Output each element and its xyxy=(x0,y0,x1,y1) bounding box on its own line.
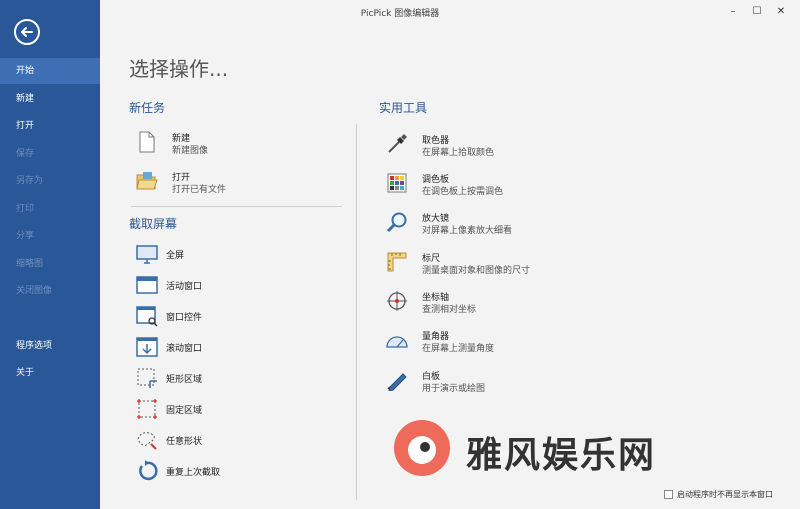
tool-protractor-desc: 在屏幕上测量角度 xyxy=(422,344,495,354)
back-arrow-icon xyxy=(21,27,33,37)
sidebar-item-new[interactable]: 新建 xyxy=(0,86,100,112)
dont-show-checkbox[interactable] xyxy=(664,490,673,499)
protractor-icon xyxy=(386,336,408,348)
minimize-button[interactable]: – xyxy=(722,3,744,21)
dont-show-label: 启动程序时不再显示本窗口 xyxy=(677,490,773,499)
section-tools-title: 实用工具 xyxy=(379,101,428,115)
title-bar: PicPick 图像编辑器 – ☐ ✕ xyxy=(100,0,800,24)
tool-palette-desc: 在调色板上按需调色 xyxy=(422,187,504,197)
repeat-icon xyxy=(139,460,158,481)
watermark-logo-icon xyxy=(394,420,450,476)
new-file-icon xyxy=(139,131,155,153)
capture-window-control-label: 窗口控件 xyxy=(166,313,203,323)
sidebar-item-save: 保存 xyxy=(16,149,35,159)
monitor-icon xyxy=(136,245,158,264)
capture-rectangle-region-label: 矩形区域 xyxy=(166,375,203,385)
sidebar-item-open[interactable]: 打开 xyxy=(0,113,100,139)
section-divider xyxy=(131,206,342,207)
magnifier-icon xyxy=(386,212,407,233)
window-control-icon xyxy=(136,306,158,327)
ruler-icon xyxy=(387,252,407,272)
column-divider xyxy=(356,124,357,500)
capture-fullscreen-label: 全屏 xyxy=(166,251,185,261)
maximize-button[interactable]: ☐ xyxy=(746,3,768,21)
open-file-desc: 打开已有文件 xyxy=(172,185,227,195)
page-title: 选择操作... xyxy=(129,57,229,81)
crosshair-icon xyxy=(387,291,407,311)
close-button[interactable]: ✕ xyxy=(770,3,792,21)
sidebar: 开始 新建 打开 保存 另存为 打印 分享 缩略图 关闭图像 程序选项 关于 xyxy=(0,0,100,509)
eyedropper-icon xyxy=(388,134,407,153)
palette-icon xyxy=(387,173,407,193)
tool-crosshair-desc: 查测相对坐标 xyxy=(422,305,477,315)
sidebar-item-print: 打印 xyxy=(16,204,35,214)
tool-color-picker-desc: 在屏幕上拾取颜色 xyxy=(422,148,495,158)
tool-whiteboard-desc: 用于演示或绘图 xyxy=(422,384,486,394)
tool-ruler-desc: 测量桌面对象和图像的尺寸 xyxy=(422,266,531,276)
watermark-text: 雅风娱乐网 xyxy=(466,435,657,476)
section-capture-title: 截取屏幕 xyxy=(129,217,178,231)
window-title: PicPick 图像编辑器 xyxy=(360,9,440,19)
freehand-icon xyxy=(137,432,157,450)
scroll-window-icon xyxy=(136,337,158,357)
sidebar-item-thumbnail: 缩略图 xyxy=(16,259,44,269)
sidebar-item-options[interactable]: 程序选项 xyxy=(0,333,100,359)
sidebar-item-about[interactable]: 关于 xyxy=(0,360,100,386)
tool-magnifier-desc: 对屏幕上像素放大细看 xyxy=(422,226,513,236)
capture-active-window-label: 活动窗口 xyxy=(166,282,203,292)
open-folder-icon xyxy=(136,172,158,190)
capture-fixed-region-label: 固定区域 xyxy=(166,406,203,416)
sidebar-item-share: 分享 xyxy=(16,231,35,241)
new-image-desc: 新建图像 xyxy=(172,146,209,156)
sidebar-item-save-as: 另存为 xyxy=(16,176,44,186)
sidebar-item-start[interactable]: 开始 xyxy=(0,58,100,84)
sidebar-item-close-image: 关闭图像 xyxy=(16,286,53,296)
capture-freehand-label: 任意形状 xyxy=(166,437,203,447)
capture-scroll-window-label: 滚动窗口 xyxy=(166,344,203,354)
rectangle-region-icon xyxy=(137,368,157,388)
whiteboard-pen-icon xyxy=(387,373,407,391)
section-new-task-title: 新任务 xyxy=(129,101,166,115)
window-icon xyxy=(136,276,158,294)
back-button[interactable] xyxy=(14,19,40,45)
capture-repeat-last-label: 重复上次截取 xyxy=(166,468,221,478)
fixed-region-icon xyxy=(137,399,157,419)
watermark: 雅风娱乐网 xyxy=(392,418,692,482)
